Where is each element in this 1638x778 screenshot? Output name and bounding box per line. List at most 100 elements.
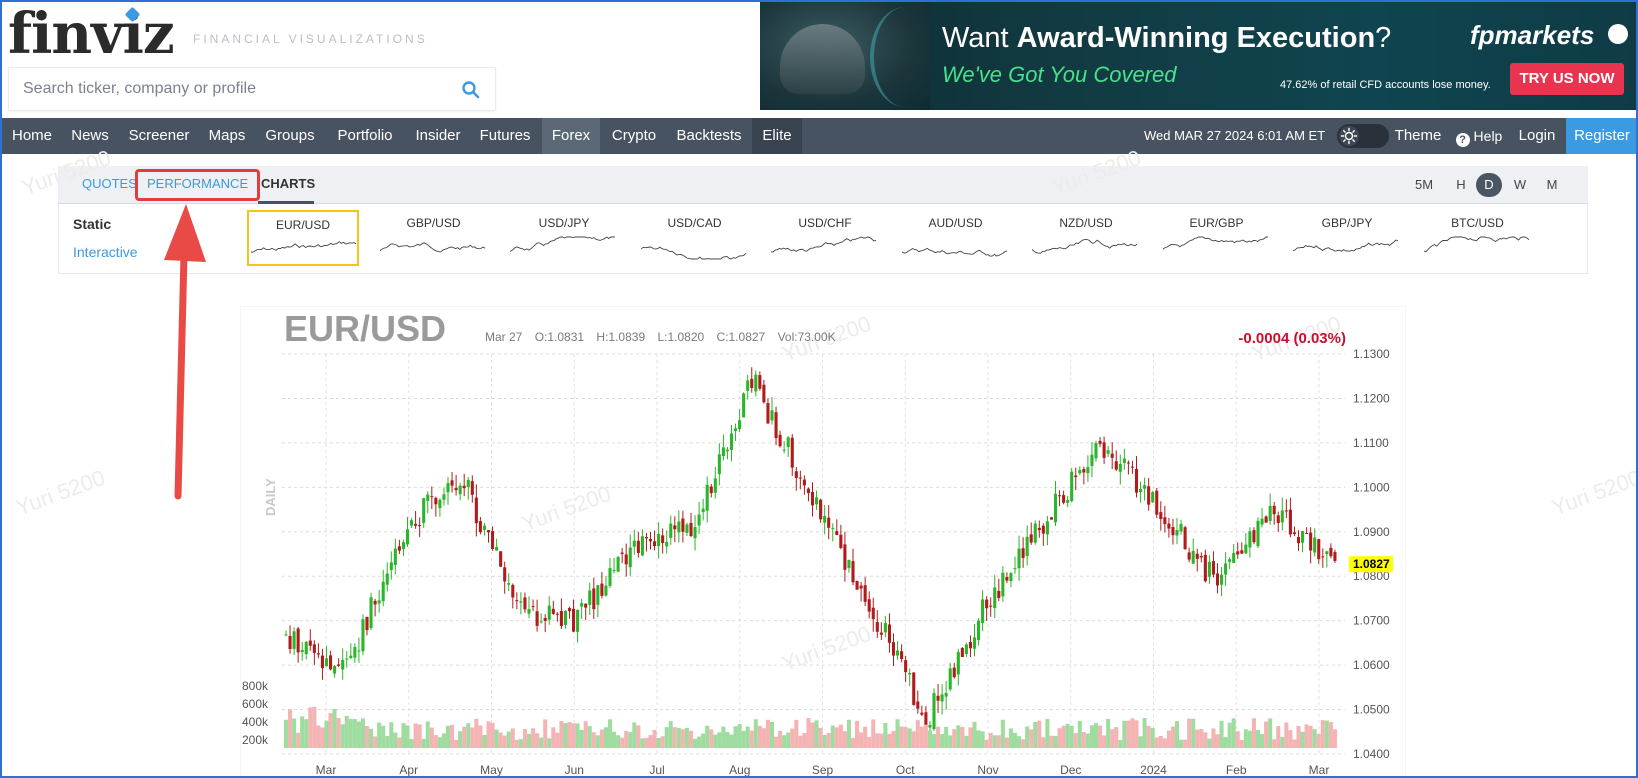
sparkline-line bbox=[379, 242, 485, 253]
volume-bar bbox=[1328, 722, 1333, 748]
ad-cta-button[interactable]: TRY US NOW bbox=[1510, 63, 1624, 95]
sparkline-line bbox=[1032, 238, 1138, 254]
volume-bar bbox=[1260, 734, 1265, 748]
nav-forex[interactable]: Forex bbox=[542, 118, 600, 154]
sparkline bbox=[1293, 239, 1399, 252]
interactive-label[interactable]: Interactive bbox=[73, 244, 138, 260]
tab-charts[interactable]: CHARTS bbox=[261, 176, 315, 191]
mini-chart-gbp-jpy[interactable]: GBP/JPY bbox=[1291, 210, 1403, 266]
mini-chart-eur-gbp[interactable]: EUR/GBP bbox=[1161, 210, 1273, 266]
candle bbox=[896, 650, 900, 656]
volume-bar bbox=[798, 735, 803, 748]
volume-bar bbox=[547, 738, 552, 748]
volume-bar bbox=[907, 728, 912, 748]
ad-banner[interactable]: Want Award-Winning Execution? We've Got … bbox=[760, 2, 1637, 110]
volume-bar bbox=[875, 733, 880, 748]
nav-backtests[interactable]: Backtests bbox=[670, 118, 748, 154]
nav-groups[interactable]: Groups bbox=[261, 118, 319, 154]
volume-bar bbox=[369, 728, 374, 748]
volume-bar bbox=[1324, 720, 1329, 748]
candle bbox=[308, 640, 312, 646]
volume-bar bbox=[514, 739, 519, 748]
candle bbox=[1329, 547, 1333, 557]
volume-bar bbox=[510, 728, 515, 748]
candle bbox=[458, 485, 462, 495]
candle bbox=[972, 637, 977, 649]
volume-bar bbox=[620, 737, 625, 748]
timeframe-m[interactable]: M bbox=[1539, 173, 1565, 197]
volume-bar bbox=[1069, 725, 1074, 748]
mini-chart-usd-chf[interactable]: USD/CHF bbox=[769, 210, 881, 266]
candle bbox=[1139, 489, 1143, 493]
candle bbox=[778, 434, 782, 447]
finviz-logo[interactable]: finviz bbox=[8, 4, 175, 64]
nav-crypto[interactable]: Crypto bbox=[604, 118, 664, 154]
volume-bar bbox=[968, 727, 973, 748]
sparkline-line bbox=[1293, 239, 1399, 252]
volume-bar bbox=[915, 720, 920, 748]
volume-bar bbox=[721, 726, 726, 748]
volume-bar bbox=[931, 734, 937, 748]
volume-tick-label: 600k bbox=[242, 697, 269, 711]
candle bbox=[952, 667, 956, 678]
candle bbox=[349, 655, 353, 659]
volume-bar bbox=[899, 726, 904, 748]
volume-bar bbox=[818, 727, 823, 748]
mini-chart-gbp-usd[interactable]: GBP/USD bbox=[378, 210, 490, 266]
nav-register[interactable]: Register bbox=[1566, 118, 1638, 154]
candle bbox=[1232, 552, 1236, 563]
candle bbox=[1114, 461, 1118, 470]
volume-bar bbox=[1089, 725, 1094, 748]
candlestick-chart-svg[interactable]: 1.13001.12001.11001.10001.09001.08001.07… bbox=[239, 305, 1407, 778]
tab-quotes[interactable]: QUOTES bbox=[82, 176, 137, 191]
static-label[interactable]: Static bbox=[73, 216, 111, 232]
nav-home[interactable]: Home bbox=[8, 118, 56, 154]
candle bbox=[1199, 556, 1203, 558]
nav-login[interactable]: Login bbox=[1510, 118, 1564, 154]
search-icon[interactable] bbox=[461, 80, 481, 100]
timeframe-5m[interactable]: 5M bbox=[1411, 173, 1437, 197]
timeframe-h[interactable]: H bbox=[1448, 173, 1474, 197]
volume-bar bbox=[652, 729, 657, 748]
candle bbox=[539, 621, 543, 623]
candle bbox=[802, 479, 806, 486]
nav-insider[interactable]: Insider bbox=[411, 118, 465, 154]
volume-bar bbox=[757, 725, 762, 748]
candle bbox=[588, 590, 592, 605]
y-tick-label: 1.1100 bbox=[1353, 436, 1389, 450]
candle bbox=[1272, 505, 1276, 515]
mini-chart-eur-usd[interactable]: EUR/USD bbox=[247, 210, 359, 266]
volume-bar bbox=[1118, 739, 1123, 748]
volume-bar bbox=[563, 723, 568, 748]
mini-chart-aud-usd[interactable]: AUD/USD bbox=[900, 210, 1012, 266]
candle bbox=[1276, 515, 1280, 523]
x-tick-label: Nov bbox=[977, 763, 998, 777]
mini-chart-usd-jpy[interactable]: USD/JPY bbox=[508, 210, 620, 266]
volume-bar bbox=[1195, 729, 1200, 748]
mini-chart-nzd-usd[interactable]: NZD/USD bbox=[1030, 210, 1142, 266]
candle bbox=[1029, 534, 1033, 543]
candle bbox=[511, 584, 515, 598]
nav-maps[interactable]: Maps bbox=[205, 118, 249, 154]
candle bbox=[361, 619, 365, 652]
nav-screener[interactable]: Screener bbox=[125, 118, 193, 154]
candle bbox=[997, 590, 1001, 599]
mini-chart-btc-usd[interactable]: BTC/USD bbox=[1422, 210, 1534, 266]
timeframe-w[interactable]: W bbox=[1507, 173, 1533, 197]
nav-help[interactable]: ? Help bbox=[1454, 118, 1504, 154]
nav-theme[interactable]: Theme bbox=[1394, 118, 1442, 154]
nav-portfolio[interactable]: Portfolio bbox=[330, 118, 400, 154]
volume-bar bbox=[531, 728, 536, 748]
timeframe-d[interactable]: D bbox=[1476, 173, 1502, 197]
candle bbox=[1183, 527, 1187, 550]
candle bbox=[329, 655, 333, 670]
volume-bar bbox=[842, 731, 847, 748]
search-box[interactable] bbox=[8, 67, 496, 111]
nav-news[interactable]: News bbox=[68, 118, 112, 154]
nav-futures[interactable]: Futures bbox=[476, 118, 534, 154]
nav-elite[interactable]: Elite bbox=[752, 118, 802, 154]
theme-toggle[interactable] bbox=[1337, 124, 1389, 148]
search-input[interactable] bbox=[23, 80, 443, 98]
main-chart[interactable]: Yuri 5200 Yuri 5200 Yuri 5200 Yuri 5200 … bbox=[239, 305, 1407, 778]
mini-chart-usd-cad[interactable]: USD/CAD bbox=[639, 210, 751, 266]
